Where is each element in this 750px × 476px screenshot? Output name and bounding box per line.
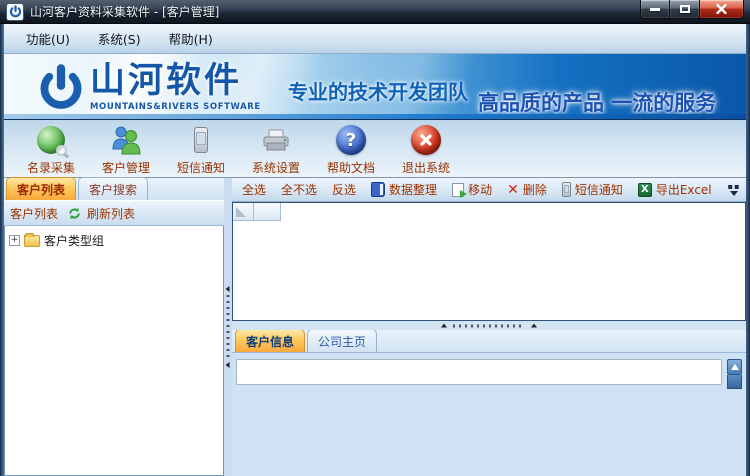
menu-item-help[interactable]: 帮助(H): [155, 25, 227, 52]
right-panel: 全选 全不选 反选 数据整理 移动 ✕ 删除 短信通知 X 导出Excel ▪▪…: [232, 178, 746, 476]
window-controls: [640, 0, 744, 19]
toolbar-button-collect[interactable]: 名录采集: [18, 121, 84, 176]
tab-customer-list[interactable]: 客户列表: [6, 177, 77, 200]
brand-logo: 山河软件 MOUNTAINS&RIVERS SOFTWARE: [38, 61, 261, 113]
refresh-list-label: 刷新列表: [87, 206, 136, 221]
folder-icon: [24, 232, 40, 247]
chevron-down-icon: [730, 190, 739, 196]
tab-customer-info[interactable]: 客户信息: [235, 329, 306, 352]
left-tab-strip: 客户列表 客户搜索: [4, 177, 224, 200]
customer-info-input[interactable]: [236, 359, 722, 385]
triangle-up-icon: [730, 364, 739, 370]
data-organize-button[interactable]: 数据整理: [369, 180, 439, 199]
refresh-icon: [69, 207, 80, 219]
minimize-icon: [650, 7, 660, 11]
menu-bar: 功能(U) 系统(S) 帮助(H): [4, 24, 746, 54]
users-icon: [109, 123, 143, 157]
main-toolbar: 名录采集 客户管理 短信通知 系统设置 ? 帮助文档 退出系统: [4, 120, 746, 178]
select-all-button[interactable]: 全选: [240, 180, 268, 199]
horizontal-splitter[interactable]: [232, 321, 746, 330]
customer-grid-toolbar: 全选 全不选 反选 数据整理 移动 ✕ 删除 短信通知 X 导出Excel ▪▪: [232, 178, 746, 202]
menu-item-function[interactable]: 功能(U): [12, 25, 84, 52]
toolbar-button-customers[interactable]: 客户管理: [93, 121, 159, 176]
exit-icon: [409, 123, 443, 157]
tree-node-label: 客户类型组: [44, 234, 105, 248]
grid-column-header[interactable]: [254, 203, 281, 221]
delete-button[interactable]: ✕ 删除: [505, 180, 549, 199]
brand-name: 山河软件: [90, 61, 243, 101]
app-logo-icon: [6, 2, 24, 21]
gray-corner-triangle-icon: [236, 207, 246, 217]
grid-select-all-corner[interactable]: [233, 203, 254, 221]
info-scrollbar: [727, 359, 742, 389]
mobile-phone-icon: [184, 123, 218, 157]
plus-expander-icon[interactable]: +: [9, 235, 20, 246]
customer-list-header: 客户列表 刷新列表: [4, 200, 224, 226]
toolbar-button-help[interactable]: ? 帮助文档: [318, 121, 384, 176]
book-icon: [371, 182, 386, 197]
sms-notify-button[interactable]: 短信通知: [560, 180, 625, 199]
maximize-button[interactable]: [670, 0, 699, 19]
refresh-list-button[interactable]: 刷新列表: [64, 204, 138, 223]
splitter-grip: [225, 286, 230, 368]
scrollbar-thumb[interactable]: [727, 375, 742, 389]
left-panel: 客户列表 客户搜索 客户列表 刷新列表 + 客户类型组: [4, 177, 224, 476]
tab-company-homepage[interactable]: 公司主页: [307, 329, 378, 352]
overflow-dots-icon: ▪▪: [727, 181, 741, 191]
banner-slogan-left: 专业的技术开发团队: [288, 80, 468, 104]
tab-customer-search[interactable]: 客户搜索: [78, 177, 149, 200]
help-icon: ?: [334, 123, 368, 157]
globe-search-icon: [34, 123, 68, 157]
export-excel-button[interactable]: X 导出Excel: [636, 180, 714, 199]
client-area: 功能(U) 系统(S) 帮助(H) 山河软件 MOUNTAINS&RIVERS …: [4, 24, 746, 476]
tree-node-customer-type-group[interactable]: + 客户类型组: [9, 232, 219, 249]
move-page-icon: [452, 182, 468, 198]
main-area: 客户列表 客户搜索 客户列表 刷新列表 + 客户类型组 全选 全不选 反选 数据…: [4, 177, 746, 476]
customer-tree[interactable]: + 客户类型组: [4, 226, 224, 476]
brand-subtitle: MOUNTAINS&RIVERS SOFTWARE: [90, 102, 261, 112]
mobile-phone-icon: [561, 182, 571, 197]
toolbar-button-exit[interactable]: 退出系统: [393, 121, 459, 176]
invert-selection-button[interactable]: 反选: [330, 180, 358, 199]
app-window: 山河客户资料采集软件 - [客户管理] 功能(U) 系统(S) 帮助(H) 山河…: [0, 0, 750, 476]
minimize-button[interactable]: [640, 0, 670, 19]
close-button[interactable]: [699, 0, 744, 19]
customer-data-grid[interactable]: [232, 202, 746, 321]
vertical-splitter[interactable]: [224, 178, 232, 476]
banner-slogan-right: 高品质的产品 一流的服务: [478, 91, 717, 115]
splitter-grip: [441, 323, 537, 327]
toolbar-button-sms[interactable]: 短信通知: [168, 121, 234, 176]
bottom-tab-strip: 客户信息 公司主页: [232, 329, 746, 353]
title-bar: 山河客户资料采集软件 - [客户管理]: [0, 0, 750, 24]
toolbar-button-settings[interactable]: 系统设置: [243, 121, 309, 176]
select-none-button[interactable]: 全不选: [279, 180, 319, 199]
power-logo-icon: [40, 64, 82, 109]
maximize-icon: [679, 5, 690, 13]
customer-info-panel: [232, 353, 746, 476]
close-icon: [716, 4, 727, 14]
printer-icon: [259, 123, 293, 157]
customer-list-title: 客户列表: [10, 206, 59, 221]
scroll-up-button[interactable]: [727, 359, 742, 375]
toolbar-overflow-button[interactable]: ▪▪: [725, 181, 744, 196]
delete-x-icon: ✕: [507, 181, 519, 198]
excel-icon: X: [637, 182, 652, 197]
move-button[interactable]: 移动: [450, 180, 494, 199]
grid-header: [233, 203, 281, 221]
brand-banner: 山河软件 MOUNTAINS&RIVERS SOFTWARE 专业的技术开发团队…: [4, 54, 746, 120]
menu-item-system[interactable]: 系统(S): [84, 25, 155, 52]
window-title: 山河客户资料采集软件 - [客户管理]: [30, 5, 220, 19]
